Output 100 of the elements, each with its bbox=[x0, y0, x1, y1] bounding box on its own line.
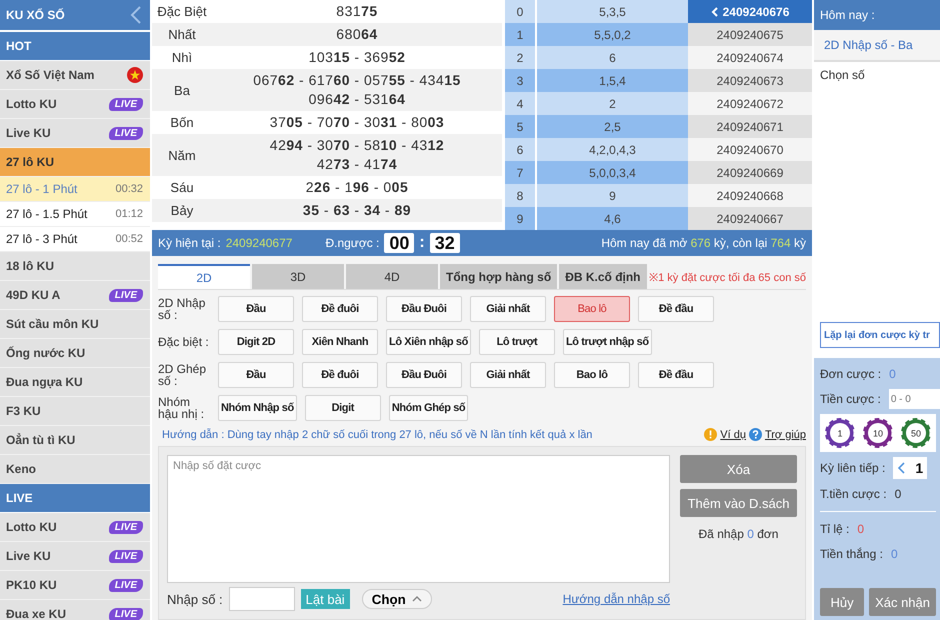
countdown-time: 00:32 bbox=[115, 183, 143, 195]
bet-type-button[interactable]: Nhóm Nhập số bbox=[218, 395, 297, 421]
sidebar-item[interactable]: Sút cầu môn KU bbox=[0, 310, 150, 339]
bet-type-button[interactable]: Đề đuôi bbox=[302, 362, 378, 388]
chevron-left-icon bbox=[710, 6, 718, 16]
period-item[interactable]: 2409240673 bbox=[688, 69, 812, 92]
sidebar-item[interactable]: PK10 KU LIVE bbox=[0, 571, 150, 600]
input-guide-link[interactable]: Hướng dẫn nhập số bbox=[562, 592, 670, 606]
bet-type-button[interactable]: Xiên Nhanh bbox=[302, 329, 378, 355]
countdown-separator: : bbox=[419, 234, 425, 252]
sidebar-item[interactable]: Ống nước KU bbox=[0, 339, 150, 368]
bet-group-label: 2D Nhập số : bbox=[158, 297, 206, 321]
help-link[interactable]: Trợ giúp bbox=[764, 428, 806, 440]
today-summary: Hôm nay đã mở 676 kỳ, còn lại 764 kỳ bbox=[601, 236, 806, 250]
streak-stepper[interactable]: 1 bbox=[893, 457, 928, 479]
live-badge: LIVE bbox=[108, 288, 143, 302]
chip[interactable]: 1 bbox=[824, 417, 856, 449]
bet-tab[interactable]: 3D bbox=[252, 264, 344, 289]
sidebar-item[interactable]: 18 lô KU bbox=[0, 252, 150, 281]
period-item[interactable]: 2409240667 bbox=[688, 207, 812, 230]
bet-type-button[interactable]: Giải nhất bbox=[470, 296, 546, 322]
period-item[interactable]: 2409240670 bbox=[688, 138, 812, 161]
sidebar-title-text: KU XỔ SỐ bbox=[6, 8, 65, 22]
sidebar-item[interactable]: 27 lô KU bbox=[0, 148, 150, 177]
example-link[interactable]: Ví dụ bbox=[720, 428, 746, 440]
bet-type-button[interactable]: Lô trượt nhập số bbox=[562, 329, 652, 355]
bet-tab[interactable]: Tổng hợp hàng số bbox=[440, 264, 558, 289]
stake-field[interactable]: 0 - 0 bbox=[888, 389, 940, 409]
period-item[interactable]: 2409240674 bbox=[688, 46, 812, 69]
rate-label: Tỉ lệ : bbox=[820, 522, 850, 536]
sidebar-subitem[interactable]: 27 lô - 1.5 Phút 01:12 bbox=[0, 202, 150, 227]
period-item[interactable]: 2409240668 bbox=[688, 184, 812, 207]
sidebar-subitem[interactable]: 27 lô - 1 Phút 00:32 bbox=[0, 177, 150, 202]
bet-type-button[interactable]: Lô trượt bbox=[478, 329, 555, 355]
bet-type-button[interactable]: Digit bbox=[304, 395, 381, 421]
bet-numbers-field[interactable]: Nhập số đặt cược bbox=[167, 455, 670, 583]
sidebar-item[interactable]: 49D KU A LIVE bbox=[0, 281, 150, 310]
sidebar-item[interactable]: Đua ngựa KU bbox=[0, 368, 150, 397]
winnings-label: Tiền thắng : bbox=[820, 547, 883, 561]
rate-value: 0 bbox=[857, 522, 864, 536]
countdown-minutes: 00 bbox=[384, 233, 414, 253]
digit-values-cell-text: 9 bbox=[608, 188, 617, 204]
choose-dropdown[interactable]: Chọn bbox=[362, 589, 432, 609]
bet-type-button[interactable]: Bao lô bbox=[554, 362, 630, 388]
digit-values-cell-text: 4,6 bbox=[603, 210, 622, 228]
bet-tab[interactable]: 4D bbox=[346, 264, 438, 289]
bet-type-button[interactable]: Đề đầu bbox=[638, 296, 714, 322]
sidebar-subitem-label: 27 lô - 3 Phút bbox=[6, 232, 78, 246]
bet-type-button[interactable]: Đầu bbox=[218, 296, 294, 322]
sidebar-item[interactable]: Live KU LIVE bbox=[0, 542, 150, 571]
live-badge: LIVE bbox=[108, 98, 143, 110]
bet-tab[interactable]: ĐB K.cố định bbox=[559, 264, 647, 289]
bet-group-label: Nhóm hậu nhị : bbox=[158, 396, 206, 420]
streak-value: 1 bbox=[915, 460, 924, 476]
prize-label: Đặc Biệt bbox=[156, 4, 208, 19]
bet-group-label: 2D Ghép số : bbox=[158, 363, 208, 387]
collapse-icon[interactable] bbox=[130, 6, 142, 24]
chevron-left-icon[interactable] bbox=[897, 462, 906, 474]
bet-tab[interactable]: 2D bbox=[158, 264, 250, 289]
live-badge: LIVE bbox=[108, 550, 143, 562]
sidebar-item-label: Xổ Số Việt Nam bbox=[6, 68, 94, 82]
repeat-bet-button[interactable]: Lặp lại đơn cược kỳ tr bbox=[820, 322, 940, 348]
countdown-label: Đ.ngược : bbox=[325, 236, 380, 250]
prize-numbers: 83175 bbox=[336, 2, 378, 21]
sidebar-section: LIVE bbox=[0, 484, 150, 513]
sidebar-item[interactable]: Lotto KU LIVE bbox=[0, 90, 150, 119]
bet-type-button[interactable]: Đầu bbox=[218, 362, 294, 388]
period-item[interactable]: 2409240671 bbox=[688, 115, 812, 138]
sidebar-item[interactable]: Lotto KU LIVE bbox=[0, 513, 150, 542]
digit-values-cell-text: 5,5,0,2 bbox=[593, 26, 632, 44]
chip[interactable]: 50 bbox=[900, 417, 932, 449]
total-stake-label: T.tiền cược : bbox=[820, 487, 887, 501]
bet-type-button[interactable]: Nhóm Ghép số bbox=[388, 395, 468, 421]
period-item[interactable]: 2409240676 bbox=[688, 0, 812, 23]
bet-type-button[interactable]: Đề đầu bbox=[638, 362, 714, 388]
bet-type-button[interactable]: Digit 2D bbox=[218, 329, 294, 355]
number-input[interactable] bbox=[228, 587, 295, 611]
period-item[interactable]: 2409240675 bbox=[688, 23, 812, 46]
sidebar-item-label: PK10 KU bbox=[6, 578, 57, 592]
bet-type-button[interactable]: Đầu Đuôi bbox=[386, 362, 462, 388]
period-item[interactable]: 2409240669 bbox=[688, 161, 812, 184]
bet-type-tab[interactable]: 2D Nhập số - Ba bbox=[814, 30, 940, 62]
sidebar-item[interactable]: Xổ Số Việt Nam bbox=[0, 61, 150, 90]
bet-type-button[interactable]: Giải nhất bbox=[470, 362, 546, 388]
prize-numbers: 68064 bbox=[336, 25, 378, 44]
sidebar-item-label: 18 lô KU bbox=[6, 259, 54, 273]
digit-values-cell-text: 2,5 bbox=[603, 118, 622, 136]
live-badge: LIVE bbox=[108, 608, 143, 620]
bet-type-button[interactable]: Đề đuôi bbox=[302, 296, 378, 322]
sidebar-item[interactable]: F3 KU bbox=[0, 397, 150, 426]
digit-values-cell-text: 5,0,0,3,4 bbox=[588, 164, 637, 182]
prize-label: Bốn bbox=[169, 115, 195, 130]
sidebar-subitem[interactable]: 27 lô - 3 Phút 00:52 bbox=[0, 227, 150, 252]
sidebar-item[interactable]: Đua xe KU LIVE bbox=[0, 600, 150, 620]
bet-type-button[interactable]: Đầu Đuôi bbox=[386, 296, 462, 322]
period-item[interactable]: 2409240672 bbox=[688, 92, 812, 115]
bet-type-button[interactable]: Lô Xiên nhập số bbox=[386, 329, 471, 355]
sidebar-item[interactable]: Oẳn tù tì KU bbox=[0, 426, 150, 455]
chip[interactable]: 10 bbox=[862, 417, 894, 449]
prize-numbers: 06762 - 61760 - 05755 - 43415 bbox=[253, 71, 461, 90]
